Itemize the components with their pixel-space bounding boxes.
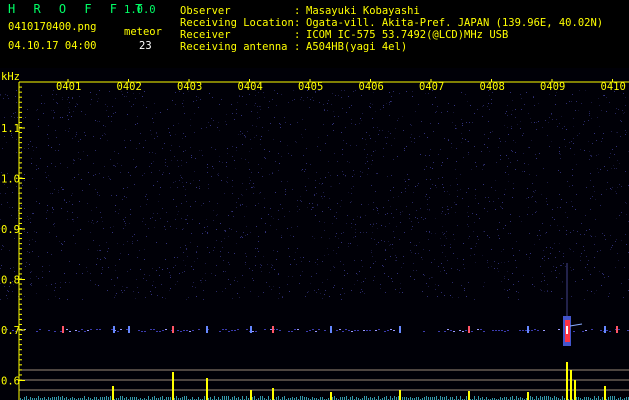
info-colon: : bbox=[294, 17, 301, 29]
filename: 0410170400.png bbox=[8, 21, 97, 33]
info-label-location: Receiving Location bbox=[180, 17, 294, 29]
app-version: 1.0.0 bbox=[124, 4, 156, 16]
datetime: 04.10.17 04:00 bbox=[8, 40, 97, 52]
time-label: 0404 bbox=[238, 81, 263, 93]
time-label: 0410 bbox=[601, 81, 626, 93]
info-value-observer: Masayuki Kobayashi bbox=[306, 5, 420, 17]
time-label: 0407 bbox=[419, 81, 444, 93]
meteor-count: 23 bbox=[139, 40, 152, 52]
time-label: 0405 bbox=[298, 81, 323, 93]
info-colon: : bbox=[294, 29, 301, 41]
info-colon: : bbox=[294, 41, 301, 53]
header-panel: H R O F F T 1.0.0 0410170400.png meteor … bbox=[0, 0, 629, 68]
info-value-location: Ogata-vill. Akita-Pref. JAPAN (139.96E, … bbox=[306, 17, 604, 29]
y-tick-label: 0.8 bbox=[1, 275, 20, 287]
time-label: 0408 bbox=[480, 81, 505, 93]
spectrogram-background bbox=[0, 68, 629, 400]
y-tick-label: 0.9 bbox=[1, 224, 20, 236]
y-unit-label: kHz bbox=[1, 71, 20, 83]
time-label: 0409 bbox=[540, 81, 565, 93]
y-tick-label: 1.0 bbox=[1, 174, 20, 186]
y-tick-label: 0.6 bbox=[1, 376, 20, 388]
time-label: 0406 bbox=[359, 81, 384, 93]
info-label-antenna: Receiving antenna bbox=[180, 41, 288, 53]
info-label-receiver: Receiver bbox=[180, 29, 231, 41]
info-label-observer: Observer bbox=[180, 5, 231, 17]
y-tick-label: 0.7 bbox=[1, 325, 20, 337]
info-value-receiver: ICOM IC-575 53.7492(@LCD)MHz USB bbox=[306, 29, 509, 41]
meteor-label: meteor bbox=[124, 26, 162, 38]
info-colon: : bbox=[294, 5, 301, 17]
time-label: 0403 bbox=[177, 81, 202, 93]
info-value-antenna: A504HB(yagi 4el) bbox=[306, 41, 408, 53]
spectrogram: 1.1 1.0 0.9 0.8 0.7 0.6 0401 0402 0403 0404 0405 04… bbox=[0, 68, 629, 400]
y-tick-label: 1.1 bbox=[1, 123, 20, 135]
time-label: 0402 bbox=[117, 81, 142, 93]
time-label: 0401 bbox=[56, 81, 81, 93]
